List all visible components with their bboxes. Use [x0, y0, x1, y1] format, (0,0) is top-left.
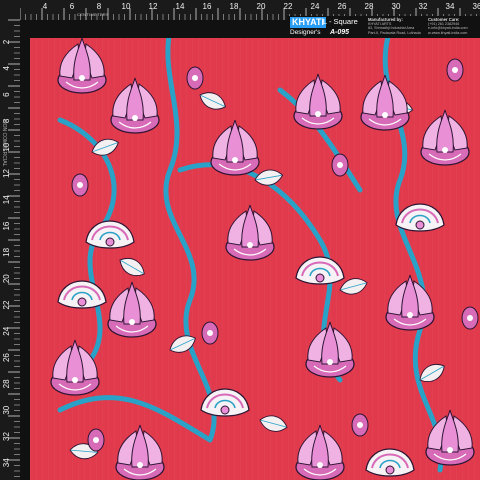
top-ruler-number: 8 — [97, 2, 102, 11]
top-ruler-number: 16 — [203, 2, 212, 11]
left-ruler: 24681012141618202224262830323436 — [0, 0, 20, 480]
fabric-swatch — [0, 0, 480, 480]
care-lines: (+91) 261 2382946 e-info@khyati-india.co… — [428, 22, 480, 35]
left-ruler-number: 32 — [2, 432, 11, 441]
top-ruler-number: 10 — [122, 2, 131, 11]
top-ruler-number: 14 — [176, 2, 185, 11]
top-ruler-number: 36 — [473, 2, 480, 11]
black-frame-left — [20, 20, 30, 480]
left-ruler-number: 14 — [2, 195, 11, 204]
brand-badge: KHYATI — [290, 17, 327, 28]
left-ruler-number: 30 — [2, 405, 11, 414]
side-note: NON COMMERCIAL — [1, 120, 7, 167]
top-ruler-number: 26 — [338, 2, 347, 11]
left-ruler-number: 2 — [2, 39, 11, 44]
top-ruler-number: 30 — [392, 2, 401, 11]
top-ruler-number: 32 — [419, 2, 428, 11]
left-ruler-number: 20 — [2, 274, 11, 283]
top-ruler-number: 12 — [149, 2, 158, 11]
left-ruler-number: 12 — [2, 169, 11, 178]
care-line: w-www.khyati-india.com — [428, 30, 468, 35]
top-ruler-number: 28 — [365, 2, 374, 11]
design-code: A-095 — [330, 29, 350, 36]
top-ruler-number: 22 — [284, 2, 293, 11]
left-ruler-number: 4 — [2, 66, 11, 71]
top-ruler-number: 34 — [446, 2, 455, 11]
fabric-photo: 4 6 8 10 12 14 16 18 20 22 24 26 28 30 32 34 36 2 4 6 8 10 12… — [0, 0, 480, 480]
left-ruler-number: 6 — [2, 92, 11, 97]
brand-subtitle: Designer's — [290, 29, 321, 36]
left-ruler-number: 18 — [2, 247, 11, 256]
size-text: L - Square — [323, 17, 358, 26]
left-ruler-number: 22 — [2, 300, 11, 309]
left-ruler-number: 34 — [2, 458, 11, 467]
maker-lines: KHYATI ARTS 83, Shrinathji Industrial Ar… — [368, 22, 424, 35]
left-ruler-number: 16 — [2, 221, 11, 230]
maker-line: Part-II, Padavala Road, Lothada — [368, 30, 421, 35]
left-ruler-number: 28 — [2, 379, 11, 388]
top-ruler-number: 20 — [257, 2, 266, 11]
left-ruler-number: 26 — [2, 353, 11, 362]
ruler-units: CENTIMETERS — [77, 12, 109, 17]
left-ruler-number: 24 — [2, 326, 11, 335]
top-ruler-number: 24 — [311, 2, 320, 11]
top-ruler-number: 6 — [70, 2, 75, 11]
top-ruler-number: 4 — [43, 2, 48, 11]
top-ruler-number: 18 — [230, 2, 239, 11]
